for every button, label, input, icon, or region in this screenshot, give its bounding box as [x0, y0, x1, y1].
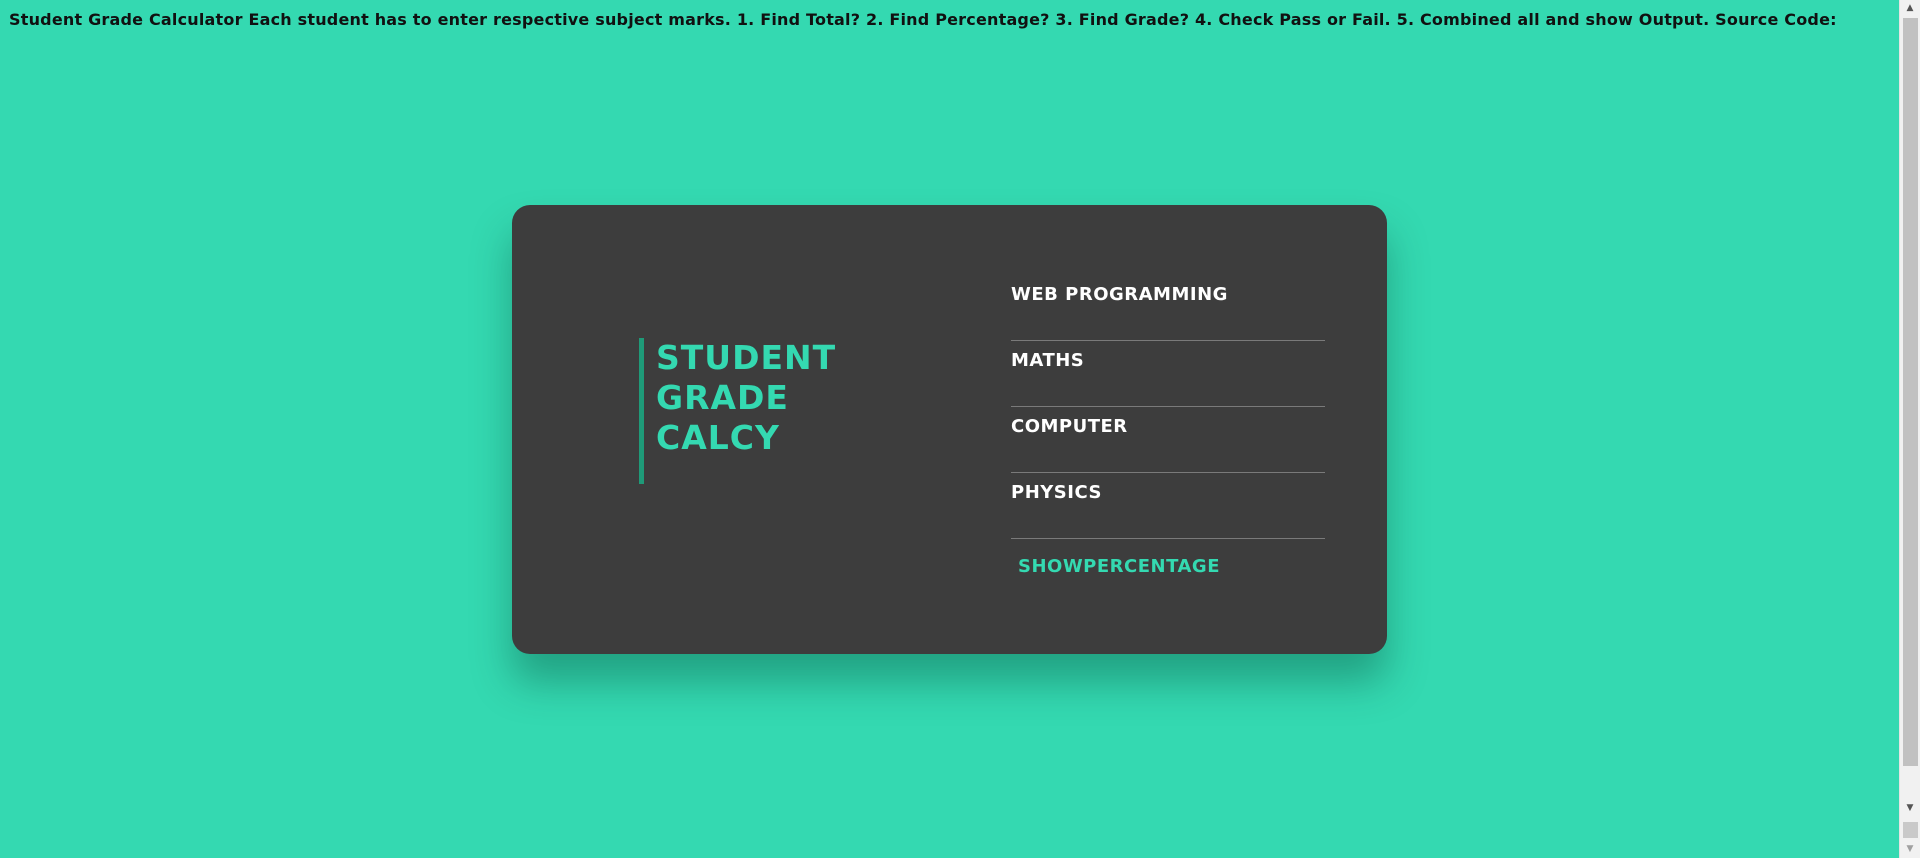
show-percentage-button[interactable]: SHOWPERCENTAGE	[1018, 556, 1220, 577]
page-heading: Student Grade Calculator Each student ha…	[9, 10, 1837, 29]
scroll-thumb[interactable]	[1903, 18, 1918, 766]
web-programming-label: WEB PROGRAMMING	[1011, 284, 1228, 305]
brand-line-grade: GRADE	[656, 378, 789, 417]
computer-field[interactable]: COMPUTER	[1011, 407, 1325, 473]
web-programming-field[interactable]: WEB PROGRAMMING	[1011, 275, 1325, 341]
scroll-down-icon[interactable]: ▼	[1900, 800, 1920, 817]
brand-line-calcy: CALCY	[656, 418, 780, 457]
scroll-up-icon[interactable]: ▲	[1900, 0, 1920, 17]
maths-input[interactable]	[1011, 371, 1325, 399]
scroll-down-secondary-icon[interactable]: ▼	[1900, 841, 1920, 858]
brand-line-student: STUDENT	[656, 338, 837, 377]
vertical-scrollbar[interactable]: ▲ ▼ ▼	[1899, 0, 1920, 858]
computer-input[interactable]	[1011, 437, 1325, 465]
maths-field[interactable]: MATHS	[1011, 341, 1325, 407]
maths-label: MATHS	[1011, 350, 1085, 371]
calculator-card: STUDENT GRADE CALCY WEB PROGRAMMING MATH…	[512, 205, 1387, 654]
computer-label: COMPUTER	[1011, 416, 1128, 437]
physics-label: PHYSICS	[1011, 482, 1102, 503]
scroll-corner	[1903, 822, 1918, 838]
marks-form: WEB PROGRAMMING MATHS COMPUTER PHYSICS S…	[1011, 275, 1325, 577]
physics-input[interactable]	[1011, 503, 1325, 531]
web-programming-input[interactable]	[1011, 305, 1325, 333]
physics-field[interactable]: PHYSICS	[1011, 473, 1325, 539]
brand-title: STUDENT GRADE CALCY	[639, 338, 836, 484]
